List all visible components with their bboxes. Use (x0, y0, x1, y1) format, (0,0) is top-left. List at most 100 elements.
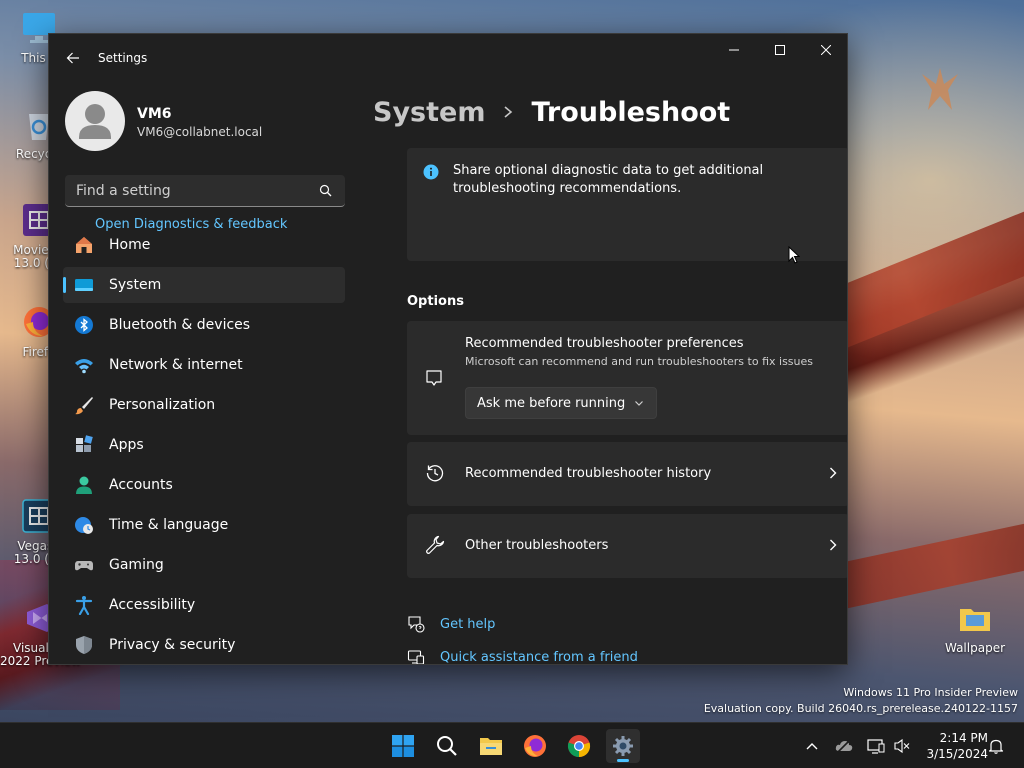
remote-assist-icon (407, 650, 425, 664)
breadcrumb: System Troubleshoot (373, 92, 730, 132)
sidebar-item-gaming[interactable]: Gaming (63, 547, 345, 583)
info-icon (423, 164, 439, 180)
desktop-icon-label: Wallpaper (944, 641, 1006, 655)
sidebar-item-bluetooth[interactable]: Bluetooth & devices (63, 307, 345, 343)
settings-window: Settings VM6 VM6@collabnet.local Find a … (48, 33, 848, 665)
history-icon (426, 465, 444, 482)
home-icon (76, 237, 92, 253)
sidebar-item-label: Privacy & security (109, 637, 236, 653)
minimize-button[interactable] (711, 34, 757, 66)
chat-bubble-icon (426, 370, 442, 386)
chevron-right-icon (830, 467, 837, 479)
sidebar-item-label: Accessibility (109, 597, 196, 613)
sidebar-nav: Home System Bluetooth & devices Network … (63, 227, 345, 664)
notifications-button[interactable] (986, 736, 1006, 756)
firefox-button[interactable] (518, 729, 552, 763)
sidebar-item-network[interactable]: Network & internet (63, 347, 345, 383)
quick-assistance-label: Quick assistance from a friend (440, 649, 638, 665)
network-tray-icon[interactable] (866, 736, 886, 756)
avatar[interactable] (65, 91, 125, 151)
sidebar-item-label: Time & language (109, 517, 229, 533)
open-diagnostics-link[interactable]: Open Diagnostics & feedback (95, 217, 287, 232)
apps-icon (76, 435, 93, 452)
search-icon (437, 736, 457, 756)
sidebar-item-label: Home (109, 237, 151, 253)
breadcrumb-parent[interactable]: System (373, 97, 485, 128)
shield-icon (76, 636, 92, 654)
profile-name: VM6 (137, 106, 172, 122)
preferences-title: Recommended troubleshooter preferences (465, 336, 744, 351)
taskbar: 2:14 PM 3/15/2024 (0, 722, 1024, 768)
troubleshooter-preferences-card: Recommended troubleshooter preferences M… (407, 321, 847, 435)
diagnostics-info-text: Share optional diagnostic data to get ad… (453, 163, 764, 196)
troubleshooter-history-row[interactable]: Recommended troubleshooter history (407, 442, 847, 506)
globe-clock-icon (75, 517, 93, 534)
sidebar-item-accessibility[interactable]: Accessibility (63, 587, 345, 623)
sidebar-item-privacy[interactable]: Privacy & security (63, 627, 345, 663)
get-help-label: Get help (440, 616, 496, 632)
sidebar-item-home[interactable]: Home (63, 227, 345, 263)
windows-logo-icon (392, 735, 414, 757)
sidebar-item-accounts[interactable]: Accounts (63, 467, 345, 503)
brush-icon (75, 397, 93, 415)
search-button[interactable] (430, 729, 464, 763)
person-icon (76, 476, 92, 494)
wallpaper-bird-icon (922, 68, 958, 110)
diagnostics-info-card: Share optional diagnostic data to get ad… (407, 148, 847, 261)
clock-date: 3/15/2024 (926, 747, 988, 761)
chevron-down-icon (635, 401, 643, 406)
close-button[interactable] (803, 34, 847, 66)
search-input[interactable] (65, 175, 305, 206)
chrome-icon (567, 735, 591, 758)
onedrive-tray-icon[interactable] (834, 736, 854, 756)
arrow-left-icon (66, 52, 79, 64)
taskbar-clock[interactable]: 2:14 PM 3/15/2024 (918, 730, 988, 762)
quick-assistance-link[interactable]: Quick assistance from a friend (407, 645, 638, 665)
maximize-button[interactable] (757, 34, 803, 66)
search-icon[interactable] (319, 184, 333, 198)
settings-taskbar-button[interactable] (606, 729, 640, 763)
speaker-muted-icon (894, 738, 910, 754)
desktop-icon-wallpaper[interactable]: Wallpaper (936, 600, 1014, 655)
gear-icon (613, 736, 633, 756)
show-hidden-icons-button[interactable] (802, 736, 822, 756)
page-title: Troubleshoot (531, 96, 731, 128)
other-troubleshooters-row[interactable]: Other troubleshooters (407, 514, 847, 578)
user-icon (79, 104, 111, 139)
dropdown-value: Ask me before running (477, 396, 626, 411)
sidebar-item-label: System (109, 277, 162, 293)
sidebar-item-personalization[interactable]: Personalization (63, 387, 345, 423)
sidebar-item-time[interactable]: Time & language (63, 507, 345, 543)
get-help-link[interactable]: Get help (407, 612, 495, 636)
bluetooth-icon (75, 316, 93, 334)
breadcrumb-separator (503, 105, 513, 119)
sidebar-item-label: Personalization (109, 397, 216, 413)
active-app-indicator (617, 759, 629, 762)
accessibility-icon (75, 596, 93, 615)
firefox-icon (524, 735, 546, 757)
file-explorer-button[interactable] (474, 729, 508, 763)
cloud-icon (835, 739, 853, 753)
chrome-button[interactable] (562, 729, 596, 763)
sidebar-item-system[interactable]: System (63, 267, 345, 303)
chevron-up-icon (806, 743, 818, 750)
title-bar: Settings (49, 34, 847, 82)
sidebar-item-apps[interactable]: Apps (63, 427, 345, 463)
maximize-icon (775, 45, 785, 55)
sidebar-item-label: Apps (109, 437, 144, 453)
start-button[interactable] (386, 729, 420, 763)
chevron-right-icon (504, 106, 513, 118)
folder-icon (960, 609, 990, 631)
back-button[interactable] (61, 46, 85, 70)
gamepad-icon (75, 561, 93, 571)
wifi-icon (75, 359, 93, 374)
window-title: Settings (98, 51, 148, 65)
sidebar-item-label: Accounts (109, 477, 173, 493)
watermark-build: Evaluation copy. Build 26040.rs_prerelea… (703, 702, 1018, 715)
bell-icon (988, 739, 1004, 754)
watermark-edition: Windows 11 Pro Insider Preview (843, 686, 1018, 699)
volume-tray-icon[interactable] (892, 736, 912, 756)
options-heading: Options (407, 294, 464, 309)
close-icon (821, 45, 831, 55)
troubleshooter-preference-dropdown[interactable]: Ask me before running (465, 387, 657, 419)
